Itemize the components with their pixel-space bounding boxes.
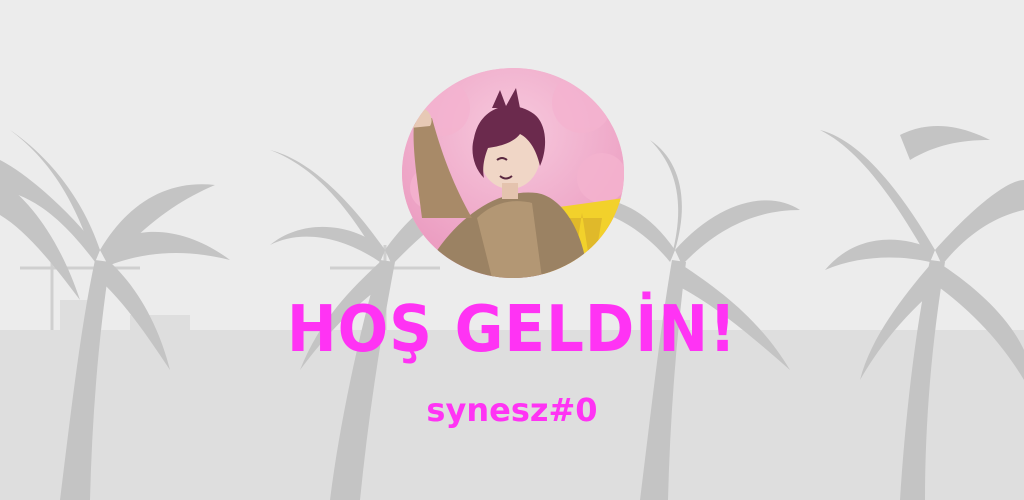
avatar <box>402 68 624 278</box>
anime-avatar-icon <box>402 68 624 278</box>
welcome-card: HOŞ GELDİN! synesz#0 <box>0 0 1024 500</box>
username-label: synesz#0 <box>426 391 598 429</box>
welcome-title: HOŞ GELDİN! <box>286 293 738 367</box>
